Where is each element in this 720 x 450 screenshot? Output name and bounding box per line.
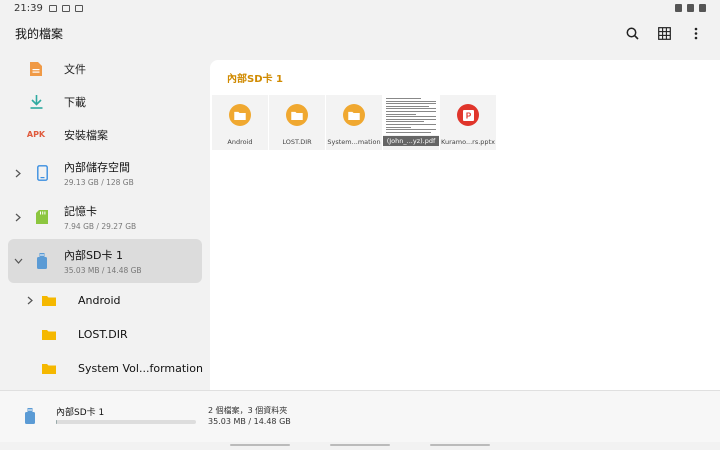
usb-storage-icon bbox=[34, 253, 50, 269]
sidebar-folder-system-volume-information[interactable]: System Vol...formation bbox=[0, 351, 210, 385]
sidebar-item-label: 文件 bbox=[64, 62, 86, 76]
usb-storage-icon bbox=[25, 408, 35, 428]
folder-icon bbox=[343, 104, 365, 126]
storage-usage: 35.03 MB / 14.48 GB bbox=[64, 266, 142, 275]
chevron-right-icon[interactable] bbox=[12, 169, 24, 178]
phone-icon bbox=[34, 165, 50, 181]
apk-icon: APK bbox=[26, 130, 46, 139]
sidebar: 文件 下載 APK 安裝檔案 內部儲存空間 29.13 GB / 128 GB … bbox=[0, 52, 210, 390]
storage-info-bar: 內部SD卡 1 2 個檔案，3 個資料夾 35.03 MB / 14.48 GB bbox=[0, 390, 720, 442]
app-header: 我的檔案 bbox=[0, 16, 720, 50]
storage-usage: 7.94 GB / 29.27 GB bbox=[64, 222, 137, 231]
sidebar-item-downloads[interactable]: 下載 bbox=[0, 85, 210, 118]
sidebar-folder-lost-dir[interactable]: LOST.DIR bbox=[0, 317, 210, 351]
nav-handle-right[interactable] bbox=[430, 444, 490, 446]
breadcrumb[interactable]: 內部SD卡 1 bbox=[227, 70, 283, 85]
folder-icon bbox=[42, 363, 56, 374]
file-name: LOST.DIR bbox=[282, 138, 312, 146]
storage-usage-fill bbox=[56, 420, 58, 424]
powerpoint-icon: P bbox=[457, 104, 479, 126]
app-title: 我的檔案 bbox=[15, 26, 64, 41]
folder-icon bbox=[286, 104, 308, 126]
folder-label: System Vol...formation bbox=[78, 361, 203, 375]
chevron-right-icon[interactable] bbox=[12, 213, 24, 222]
folder-label: LOST.DIR bbox=[78, 327, 128, 341]
file-name: (John_...yz).pdf bbox=[383, 136, 439, 146]
storage-usage-bar bbox=[56, 420, 196, 424]
status-time: 21:39 bbox=[14, 2, 43, 14]
file-browser-pane: 內部SD卡 1 Android LOST.DIR System...mation… bbox=[210, 60, 720, 390]
svg-text:P: P bbox=[465, 111, 471, 120]
folder-icon bbox=[42, 329, 56, 340]
file-name: Kuramo...rs.pptx bbox=[441, 138, 495, 146]
file-grid: Android LOST.DIR System...mation (John_.… bbox=[210, 95, 496, 150]
sidebar-item-documents[interactable]: 文件 bbox=[0, 52, 210, 85]
storage-name: 記憶卡 bbox=[64, 205, 97, 218]
storage-name: 內部SD卡 1 bbox=[56, 408, 105, 418]
download-icon bbox=[28, 94, 44, 110]
storage-name: 內部儲存空間 bbox=[64, 161, 130, 174]
nav-handle-left[interactable] bbox=[230, 444, 290, 446]
item-counts: 2 個檔案，3 個資料夾 bbox=[208, 406, 288, 415]
sd-card-icon bbox=[34, 209, 50, 225]
chevron-right-icon[interactable] bbox=[24, 296, 36, 305]
sidebar-folder-android[interactable]: Android bbox=[0, 283, 210, 317]
grid-view-icon[interactable] bbox=[657, 26, 671, 40]
file-tile-pptx[interactable]: P Kuramo...rs.pptx bbox=[440, 95, 496, 150]
storage-usage: 29.13 GB / 128 GB bbox=[64, 178, 134, 187]
navigation-gesture-bar bbox=[0, 442, 720, 450]
status-right-icons bbox=[675, 4, 706, 12]
file-tile-system-volume-information[interactable]: System...mation bbox=[326, 95, 382, 150]
storage-name: 內部SD卡 1 bbox=[64, 249, 123, 262]
chevron-down-icon[interactable] bbox=[12, 258, 24, 264]
sidebar-item-label: 安裝檔案 bbox=[64, 128, 108, 142]
wifi-icon bbox=[687, 4, 694, 12]
folder-icon bbox=[42, 295, 56, 306]
folder-label: Android bbox=[78, 293, 121, 307]
usb-notification-icon bbox=[61, 4, 70, 12]
status-bar: 21:39 bbox=[0, 0, 720, 16]
storage-item-internal[interactable]: 內部儲存空間 29.13 GB / 128 GB bbox=[8, 151, 202, 195]
file-tile-lost-dir[interactable]: LOST.DIR bbox=[269, 95, 325, 150]
document-icon bbox=[28, 61, 44, 77]
file-tile-pdf[interactable]: (John_...yz).pdf bbox=[383, 95, 439, 150]
file-name: System...mation bbox=[327, 138, 381, 146]
mute-icon bbox=[675, 4, 682, 12]
header-actions bbox=[625, 26, 703, 40]
folder-icon bbox=[229, 104, 251, 126]
more-options-icon[interactable] bbox=[689, 26, 703, 40]
sidebar-item-installation-files[interactable]: APK 安裝檔案 bbox=[0, 118, 210, 151]
sidebar-item-label: 下載 bbox=[64, 95, 86, 109]
file-name: Android bbox=[227, 138, 253, 146]
nav-handle-center[interactable] bbox=[330, 444, 390, 446]
file-tile-android[interactable]: Android bbox=[212, 95, 268, 150]
search-icon[interactable] bbox=[625, 26, 639, 40]
image-notification-icon bbox=[48, 4, 57, 12]
media-notification-icon bbox=[74, 4, 83, 12]
storage-item-internal-sd-1[interactable]: 內部SD卡 1 35.03 MB / 14.48 GB bbox=[8, 239, 202, 283]
storage-usage-text: 35.03 MB / 14.48 GB bbox=[208, 417, 291, 426]
battery-icon bbox=[699, 4, 706, 12]
storage-item-memory-card[interactable]: 記憶卡 7.94 GB / 29.27 GB bbox=[8, 195, 202, 239]
pdf-thumbnail bbox=[383, 95, 439, 135]
